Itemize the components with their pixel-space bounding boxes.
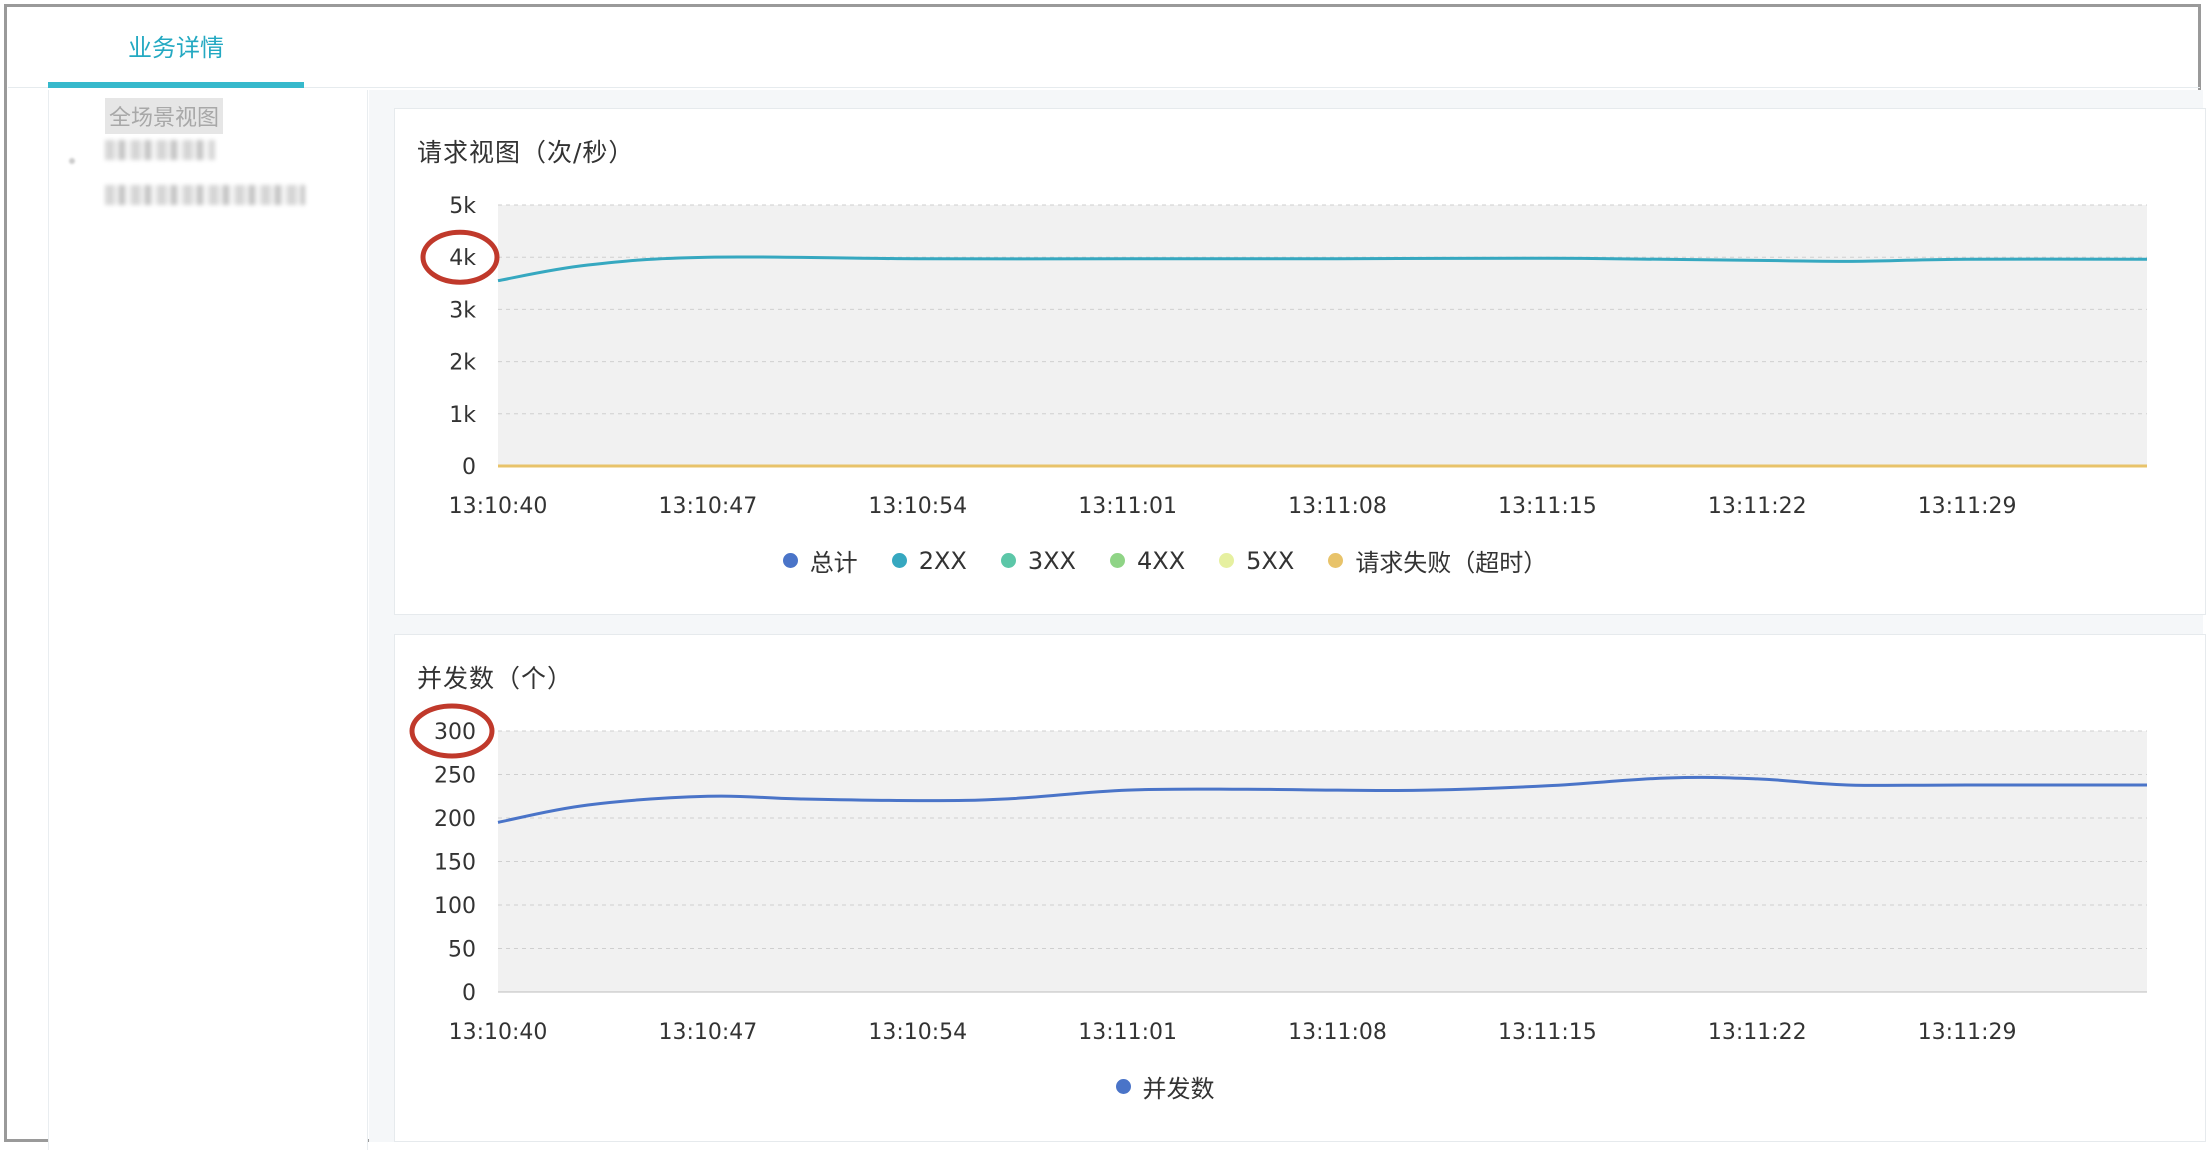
legend-dot-icon [891, 553, 907, 568]
legend-label: 并发数 [1142, 1075, 1215, 1103]
y-tick-label: 4k [449, 246, 476, 271]
x-tick-label: 13:11:29 [1918, 1020, 2017, 1045]
legend-dot-icon [1000, 553, 1016, 568]
x-tick-label: 13:10:54 [868, 494, 967, 519]
concurrency-chart: 0 50 100 150 200 250 300 13:10:40 13:10:47 13:10:… [409, 703, 2147, 1045]
sidebar-item-full-scene-view[interactable]: 全场景视图 [105, 98, 224, 134]
y-tick-label: 0 [462, 981, 476, 1006]
legend-dot-icon [1110, 553, 1125, 568]
x-tick-label: 13:11:15 [1498, 494, 1597, 519]
legend-label: 4XX [1137, 546, 1186, 575]
y-tick-label: 0 [462, 455, 476, 480]
legend-label: 2XX [918, 546, 967, 575]
x-tick-label: 13:11:01 [1078, 1020, 1177, 1045]
x-tick-label: 13:11:22 [1708, 494, 1807, 519]
legend-item[interactable]: 并发数 [1115, 1069, 1215, 1104]
x-tick-label: 13:10:54 [868, 1020, 967, 1045]
legend-label: 总计 [809, 549, 858, 577]
legend-dot-icon [1328, 553, 1344, 568]
y-tick-label: 300 [434, 720, 476, 745]
legend-dot-icon [1115, 1079, 1131, 1094]
y-tick-label: 100 [434, 894, 476, 919]
legend-label: 请求失败（超时） [1355, 549, 1548, 577]
y-tick-label: 250 [434, 764, 476, 789]
x-tick-label: 13:11:08 [1288, 494, 1387, 519]
legend-item[interactable]: 总计 [782, 543, 858, 578]
legend-dot-icon [1219, 553, 1235, 568]
legend-item[interactable]: 2XX [891, 543, 967, 578]
y-tick-label: 200 [434, 807, 476, 832]
x-tick-label: 13:11:01 [1078, 494, 1177, 519]
concurrency-panel: 并发数（个） 0 50 100 150 200 250 300 13:10:40 13:10:4… [394, 634, 2206, 1142]
sidebar: 全场景视图 [48, 90, 368, 1150]
y-tick-label: 2k [449, 351, 476, 376]
legend-item[interactable]: 请求失败（超时） [1328, 543, 1547, 578]
x-tick-label: 13:11:15 [1498, 1020, 1597, 1045]
sidebar-bullet-icon [69, 158, 75, 164]
x-tick-label: 13:10:40 [449, 494, 548, 519]
sidebar-item-redacted-1[interactable] [105, 140, 215, 160]
x-tick-label: 13:11:22 [1708, 1020, 1807, 1045]
y-tick-label: 150 [434, 851, 476, 876]
plot-area [498, 205, 2147, 466]
y-tick-label: 5k [449, 194, 476, 219]
x-tick-label: 13:11:08 [1288, 1020, 1387, 1045]
sidebar-item-redacted-2[interactable] [105, 185, 305, 205]
tab-business-details[interactable]: 业务详情 [48, 8, 304, 88]
y-tick-label: 3k [449, 298, 476, 323]
x-tick-label: 13:10:40 [449, 1020, 548, 1045]
request-view-chart: 0 1k 2k 3k 4k 5k 13:10:40 13:10:47 13:10:54 13:11… [420, 194, 2148, 519]
legend-dot-icon [782, 553, 798, 568]
request-view-panel: 请求视图（次/秒） 0 1k 2k 3k 4k 5k 13:10:40 13:10:47 13:… [394, 108, 2206, 615]
x-tick-label: 13:11:29 [1918, 494, 2017, 519]
chart-legend: 总计 2XX 3XX 4XX 5XX 请求失败（超时） [395, 543, 1935, 578]
y-tick-label: 1k [449, 403, 476, 428]
y-tick-label: 50 [448, 938, 476, 963]
x-tick-label: 13:10:47 [658, 494, 757, 519]
chart-legend: 并发数 [395, 1069, 1935, 1104]
legend-item[interactable]: 4XX [1110, 543, 1185, 578]
legend-label: 3XX [1027, 546, 1076, 575]
x-tick-label: 13:10:47 [658, 1020, 757, 1045]
legend-item[interactable]: 3XX [1000, 543, 1076, 578]
legend-item[interactable]: 5XX [1219, 543, 1294, 578]
tab-bar: 业务详情 [8, 8, 2200, 88]
legend-label: 5XX [1246, 546, 1295, 575]
